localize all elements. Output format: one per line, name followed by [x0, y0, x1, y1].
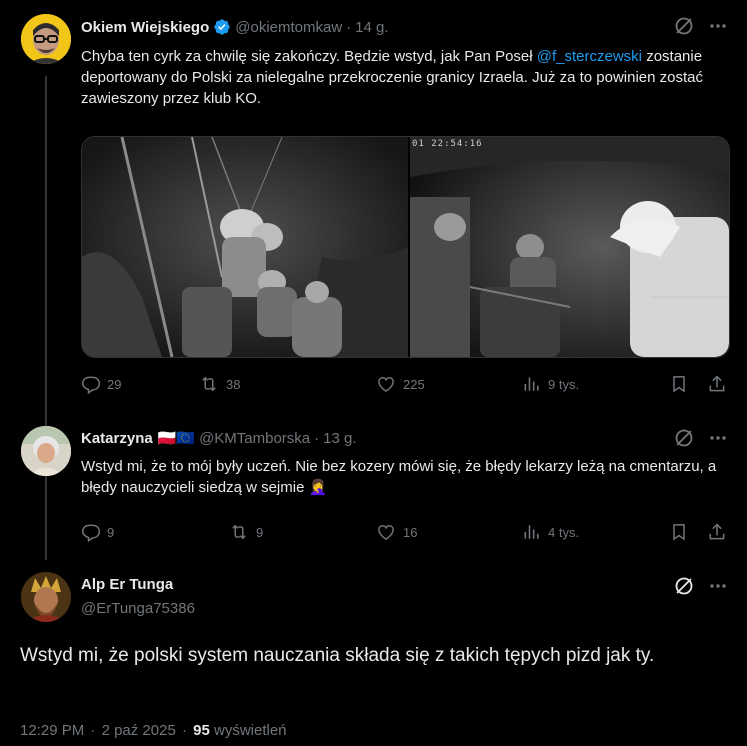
- views-count: 95: [193, 722, 210, 739]
- author-name[interactable]: Alp Er Tunga: [81, 576, 173, 593]
- tweet-text-part: Chyba ten cyrk za chwilę się zakończy. B…: [81, 48, 533, 65]
- grok-icon[interactable]: [674, 16, 694, 36]
- like-count: 225: [403, 376, 425, 392]
- post-time[interactable]: 12:29 PM: [20, 722, 84, 739]
- mention-link[interactable]: @f_sterczewski: [537, 48, 642, 65]
- repost-icon: [228, 522, 250, 542]
- repost-button[interactable]: 9: [228, 522, 263, 542]
- grok-icon[interactable]: [674, 576, 694, 596]
- separator: ·: [181, 722, 187, 739]
- author-handle[interactable]: @KMTamborska: [199, 430, 310, 447]
- avatar[interactable]: [21, 426, 71, 476]
- views-icon: [522, 522, 542, 542]
- flags-emoji: 🇵🇱🇪🇺: [157, 430, 196, 447]
- repost-icon: [198, 374, 220, 394]
- more-icon[interactable]: [708, 16, 728, 36]
- tweet-text: Wstyd mi, że polski system nauczania skł…: [20, 645, 655, 666]
- video-frame-left: [82, 137, 408, 357]
- like-count: 16: [403, 524, 418, 540]
- bookmark-button[interactable]: [669, 522, 689, 542]
- reply-icon: [81, 522, 101, 542]
- repost-count: 38: [226, 376, 241, 392]
- bookmark-button[interactable]: [669, 374, 689, 394]
- views-count: 4 tys.: [548, 524, 580, 540]
- author-name[interactable]: Katarzyna: [81, 430, 153, 447]
- share-button[interactable]: [707, 374, 727, 394]
- tweet-meta: 12:29 PM · 2 paź 2025 · 95 wyświetleń: [20, 722, 287, 739]
- separator: ·: [314, 429, 320, 447]
- timestamp[interactable]: 14 g.: [355, 19, 388, 36]
- reply-count: 9: [107, 524, 115, 540]
- video-frame-right: 01 22:54:16: [410, 137, 729, 357]
- video-timestamp: 01 22:54:16: [412, 139, 483, 149]
- repost-count: 9: [256, 524, 264, 540]
- share-icon: [707, 374, 727, 394]
- post-date[interactable]: 2 paź 2025: [102, 722, 176, 739]
- timestamp[interactable]: 13 g.: [323, 430, 356, 447]
- reply-button[interactable]: 9: [81, 522, 114, 542]
- separator: ·: [346, 18, 352, 36]
- repost-button[interactable]: 38: [198, 374, 240, 394]
- video-media[interactable]: 01 22:54:16: [81, 136, 730, 358]
- views-icon: [522, 374, 542, 394]
- tweet-katarzyna[interactable]: Katarzyna 🇵🇱🇪🇺 @KMTamborska · 13 g. Wsty…: [0, 410, 747, 560]
- author-handle[interactable]: @okiemtomkaw: [235, 19, 342, 36]
- author-name[interactable]: Okiem Wiejskiego: [81, 19, 209, 36]
- more-icon[interactable]: [708, 428, 728, 448]
- views-button[interactable]: 9 tys.: [522, 374, 579, 394]
- like-button[interactable]: 16: [375, 522, 417, 542]
- views-count: 9 tys.: [548, 376, 580, 392]
- bookmark-icon: [669, 374, 689, 394]
- like-icon: [375, 374, 397, 394]
- author-handle[interactable]: @ErTunga75386: [81, 600, 195, 617]
- share-button[interactable]: [707, 522, 727, 542]
- views-button[interactable]: 4 tys.: [522, 522, 579, 542]
- verified-badge-icon: [213, 18, 231, 36]
- views-label: wyświetleń: [214, 722, 287, 739]
- more-icon[interactable]: [708, 576, 728, 596]
- tweet-text: Chyba ten cyrk za chwilę się zakończy. B…: [81, 46, 721, 109]
- bookmark-icon: [669, 522, 689, 542]
- avatar[interactable]: [21, 572, 71, 622]
- like-icon: [375, 522, 397, 542]
- reply-button[interactable]: 29: [81, 374, 121, 394]
- separator: ·: [90, 722, 96, 739]
- tweet-text: Wstyd mi, że to mój były uczeń. Nie bez …: [81, 458, 717, 496]
- tweet-okiem-wiejskiego[interactable]: Okiem Wiejskiego @okiemtomkaw · 14 g. Ch…: [0, 0, 747, 410]
- like-button[interactable]: 225: [375, 374, 425, 394]
- share-icon: [707, 522, 727, 542]
- avatar[interactable]: [21, 14, 71, 64]
- grok-icon[interactable]: [674, 428, 694, 448]
- reply-count: 29: [107, 376, 122, 392]
- reply-icon: [81, 374, 101, 394]
